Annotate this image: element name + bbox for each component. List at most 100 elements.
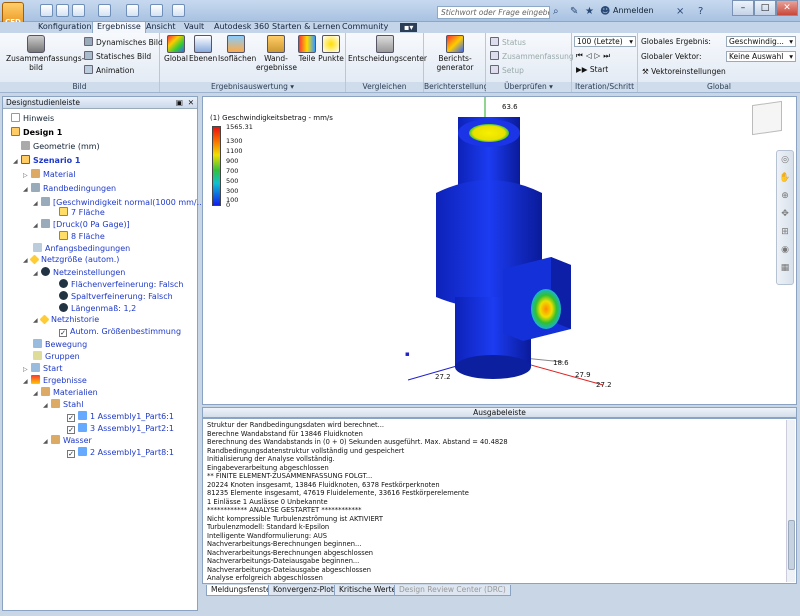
tree-item-netzgroesse[interactable]: ◢ Netzgröße (autom.): [23, 254, 119, 266]
tab-starten-lernen[interactable]: Starten & Lernen: [268, 22, 344, 33]
tree-item-szenario-1[interactable]: ◢ Szenario 1: [13, 155, 80, 167]
tree-item-materialien[interactable]: ◢ Materialien: [33, 387, 98, 399]
tree-item-part2[interactable]: ✓ 3 Assembly1_Part2:1: [67, 423, 174, 434]
tab-overflow-icon[interactable]: ▪▾: [400, 23, 418, 32]
tab-kritische-werte[interactable]: Kritische Werte: [334, 585, 402, 596]
global-vector-select[interactable]: Keine Auswahl ▾: [726, 51, 796, 62]
print-icon[interactable]: [150, 4, 163, 17]
close-button[interactable]: ✕: [776, 0, 798, 16]
tab-vault[interactable]: Vault: [180, 22, 208, 33]
user-icon[interactable]: ☻: [600, 6, 610, 17]
tree-item-netzhistorie[interactable]: ◢ Netzhistorie: [33, 314, 99, 326]
pin-icon[interactable]: ▣: [176, 98, 183, 107]
orbit-icon[interactable]: ✥: [777, 205, 793, 223]
look-icon[interactable]: ⊞: [777, 223, 793, 241]
search-input[interactable]: Stichwort oder Frage eingeben: [437, 6, 550, 19]
maximize-button[interactable]: □: [754, 0, 776, 16]
tree-item-bewegung[interactable]: Bewegung: [33, 339, 87, 350]
tab-autodesk-360[interactable]: Autodesk 360: [210, 22, 273, 33]
center-icon[interactable]: ◉: [777, 241, 793, 259]
tree-item-laengenmass[interactable]: Längenmaß: 1,2: [59, 303, 136, 314]
tab-design-review-center[interactable]: Design Review Center (DRC): [394, 585, 511, 596]
tree-item-gruppen[interactable]: Gruppen: [33, 351, 80, 362]
iteration-select[interactable]: 100 (Letzte) ▾: [574, 36, 636, 47]
points-button[interactable]: Punkte: [318, 35, 344, 63]
output-log[interactable]: Struktur der Randbedingungsdaten wird be…: [202, 418, 797, 584]
tree-item-hinweis[interactable]: Hinweis: [11, 113, 54, 124]
tree-item-stahl[interactable]: ◢ Stahl: [43, 399, 83, 411]
graphics-viewport[interactable]: 63.6 18.6 27.9 27.2 27.2 ▪: [202, 96, 797, 405]
sign-in-button[interactable]: Anmelden: [613, 6, 654, 15]
minimize-button[interactable]: –: [732, 0, 754, 16]
group-label-ueberpruefen[interactable]: Überprüfen ▾: [486, 82, 571, 92]
checkbox[interactable]: ✓: [67, 450, 75, 458]
tree-item-flaeche-7[interactable]: 7 Fläche: [59, 207, 105, 218]
group-label-berichterstellung: Berichterstellung: [424, 82, 489, 92]
help-icon[interactable]: ?: [698, 6, 703, 17]
isosurfaces-button[interactable]: Isoflächen: [218, 35, 256, 63]
tab-ansicht[interactable]: Ansicht: [142, 22, 180, 33]
tree-item-geometrie[interactable]: Geometrie (mm): [21, 141, 100, 152]
global-button[interactable]: Global: [163, 35, 189, 63]
redo-icon[interactable]: [126, 4, 139, 17]
checkbox[interactable]: ✓: [67, 414, 75, 422]
communication-icon[interactable]: ✎: [570, 6, 578, 17]
tree-item-material[interactable]: ▷ Material: [23, 169, 76, 181]
animation-button[interactable]: Animation: [84, 65, 134, 75]
output-scrollbar[interactable]: [786, 420, 795, 582]
tree-item-part8[interactable]: ✓ 2 Assembly1_Part8:1: [67, 447, 174, 458]
tree-item-spaltverfeinerung[interactable]: Spaltverfeinerung: Falsch: [59, 291, 173, 302]
favorites-icon[interactable]: ★: [585, 6, 594, 17]
tree-item-anfangsbedingungen[interactable]: Anfangsbedingungen: [33, 243, 130, 254]
report-generator-button[interactable]: Berichts- generator: [430, 35, 480, 72]
summary-button[interactable]: Zusammenfassung: [490, 51, 574, 61]
tree-item-start[interactable]: ▷ Start: [23, 363, 63, 375]
summary-image-button[interactable]: Zusammenfassungs- bild: [6, 35, 84, 72]
tree-item-design-1[interactable]: Design 1: [11, 127, 62, 138]
tab-konvergenz-plot[interactable]: Konvergenz-Plot: [268, 585, 339, 596]
status-button[interactable]: Status: [490, 37, 526, 47]
tree-item-autom-groesse[interactable]: ✓ Autom. Größenbestimmung: [59, 327, 181, 337]
global-result-select[interactable]: Geschwindig... ▾: [726, 36, 796, 47]
dynamic-image-button[interactable]: Dynamisches Bild: [84, 37, 163, 47]
steering-wheel-icon[interactable]: ◎: [777, 151, 793, 169]
tree-item-flaeche-8[interactable]: 8 Fläche: [59, 231, 105, 242]
vector-settings-button[interactable]: ⚒ Vektoreinstellungen: [642, 67, 726, 76]
open-icon[interactable]: [56, 4, 69, 17]
dropdown-icon[interactable]: [172, 4, 185, 17]
undo-icon[interactable]: [98, 4, 111, 17]
start-button[interactable]: ▶▶ Start: [576, 65, 608, 74]
tree-item-part6[interactable]: ✓ 1 Assembly1_Part6:1: [67, 411, 174, 422]
tree-item-ergebnisse[interactable]: ◢ Ergebnisse: [23, 375, 87, 387]
zoom-icon[interactable]: ⊕: [777, 187, 793, 205]
pan-icon[interactable]: ✋: [777, 169, 793, 187]
decision-center-button[interactable]: Entscheidungscenter: [348, 35, 427, 63]
geometry-icon: [21, 141, 30, 150]
new-icon[interactable]: [40, 4, 53, 17]
checkbox[interactable]: ✓: [67, 426, 75, 434]
binoculars-icon[interactable]: ⌕: [553, 6, 559, 17]
static-image-button[interactable]: Statisches Bild: [84, 51, 151, 61]
group-label-ergebnisauswertung[interactable]: Ergebnisauswertung ▾: [160, 82, 345, 92]
view-options-icon[interactable]: ▦: [777, 259, 793, 277]
setup-button[interactable]: Setup: [490, 65, 524, 75]
scrollbar-thumb[interactable]: [788, 520, 795, 570]
tab-konfiguration[interactable]: Konfiguration: [34, 22, 96, 33]
viewcube[interactable]: [752, 100, 782, 136]
checkbox[interactable]: ✓: [59, 329, 67, 337]
step-controls[interactable]: ⏮◁▷⏭: [576, 51, 613, 61]
wall-results-button[interactable]: Wand- ergebnisse: [256, 35, 297, 72]
tree-item-druck[interactable]: ◢ [Druck(0 Pa Gage)]: [33, 219, 130, 231]
close-icon[interactable]: ✕: [188, 98, 194, 107]
collapse-icon: ◢: [43, 438, 48, 445]
planes-button[interactable]: Ebenen: [189, 35, 217, 63]
exchange-icon[interactable]: ⨯: [676, 6, 684, 17]
tab-community[interactable]: Community: [338, 22, 392, 33]
tree-item-netzeinstellungen[interactable]: ◢ Netzeinstellungen: [33, 267, 125, 279]
lower-cap: [455, 355, 531, 379]
tree-item-flaechenverfeinerung[interactable]: Flächenverfeinerung: Falsch: [59, 279, 183, 290]
save-icon[interactable]: [72, 4, 85, 17]
tree-item-wasser[interactable]: ◢ Wasser: [43, 435, 92, 447]
parts-button[interactable]: Teile: [296, 35, 318, 63]
tree-item-randbedingungen[interactable]: ◢ Randbedingungen: [23, 183, 116, 195]
